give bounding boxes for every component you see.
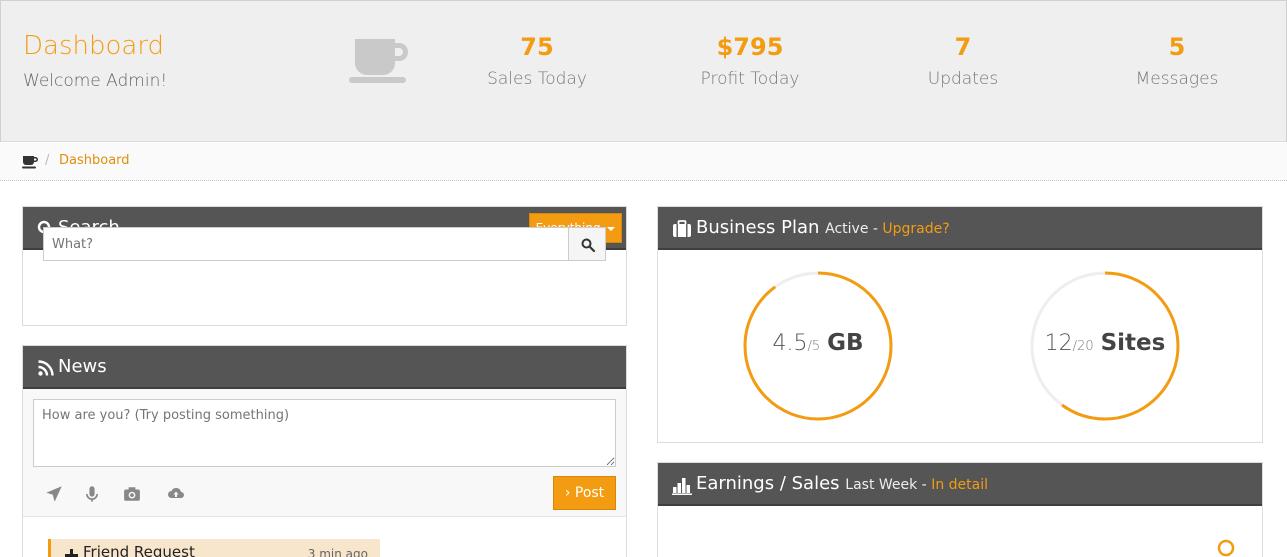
- plus-icon: [65, 549, 78, 557]
- feed-item-time: 3 min ago: [307, 547, 368, 557]
- storage-total: /5: [807, 339, 821, 354]
- news-panel-header: News: [23, 346, 626, 389]
- storage-used: 4.5: [772, 331, 808, 356]
- stat-sales-today: 75 Sales Today: [437, 31, 637, 89]
- search-panel: Search Everything: [22, 206, 627, 326]
- search-icon: [581, 238, 595, 252]
- camera-icon[interactable]: [123, 485, 141, 503]
- stat-value: 5: [1168, 33, 1186, 61]
- stat-value: 7: [954, 33, 972, 61]
- storage-value: 4.5/5 GB: [742, 330, 894, 356]
- business-plan-panel: Business Plan Active - Upgrade? 4.5/5 GB…: [657, 206, 1263, 443]
- stat-label: Sales Today: [487, 69, 587, 89]
- news-panel: News › Post: [22, 345, 627, 557]
- panel-title: Earnings / Sales: [696, 473, 840, 494]
- storage-unit: GB: [827, 330, 864, 356]
- coffee-cup-icon[interactable]: [22, 155, 38, 169]
- cloud-upload-icon[interactable]: [167, 484, 185, 502]
- stat-updates: 7 Updates: [863, 31, 1063, 89]
- page-header: Dashboard Welcome Admin! 75 Sales Today …: [0, 0, 1287, 142]
- sites-used: 12: [1044, 331, 1073, 356]
- bar-chart-icon: [672, 478, 692, 495]
- sites-total: /20: [1072, 339, 1094, 354]
- stat-label: Updates: [927, 69, 999, 89]
- business-plan-header: Business Plan Active - Upgrade?: [658, 207, 1262, 250]
- sites-unit: Sites: [1100, 330, 1166, 356]
- feed-item-title: Friend Request: [83, 543, 195, 557]
- panel-title-group: Earnings / Sales Last Week - In detail: [696, 473, 988, 494]
- feed-item[interactable]: Friend Request 3 min ago: [48, 539, 380, 557]
- panel-title: News: [58, 356, 107, 377]
- coffee-cup-icon: [349, 39, 408, 83]
- sites-value: 12/20 Sites: [1029, 330, 1181, 356]
- stat-label: Profit Today: [700, 69, 800, 89]
- caret-down-icon: [607, 226, 616, 231]
- upgrade-link[interactable]: Upgrade?: [882, 221, 949, 237]
- sites-gauge: 12/20 Sites: [1029, 270, 1181, 422]
- breadcrumb: / Dashboard: [0, 143, 1287, 181]
- composer-toolbar: › Post: [23, 469, 626, 517]
- panel-title-group: Business Plan Active - Upgrade?: [696, 217, 950, 238]
- panel-title: Business Plan: [696, 217, 820, 238]
- news-composer: › Post: [23, 389, 626, 517]
- title-separator: -: [868, 221, 883, 237]
- stat-messages: 5 Messages: [1077, 31, 1277, 89]
- search-input[interactable]: [43, 227, 569, 261]
- microphone-icon[interactable]: [83, 485, 101, 503]
- search-submit-button[interactable]: [568, 227, 606, 261]
- earnings-period: Last Week: [845, 477, 918, 493]
- welcome-text: Welcome Admin!: [23, 71, 168, 91]
- title-separator: -: [917, 477, 932, 493]
- plan-status: Active: [825, 221, 869, 237]
- storage-gauge: 4.5/5 GB: [742, 270, 894, 422]
- in-detail-link[interactable]: In detail: [931, 477, 988, 493]
- page-title: Dashboard: [23, 31, 165, 61]
- stat-value: 75: [520, 33, 554, 61]
- rss-icon: [38, 360, 54, 376]
- stat-value: $795: [716, 33, 784, 61]
- news-post-textarea[interactable]: [33, 399, 616, 467]
- stat-label: Messages: [1135, 69, 1219, 89]
- post-button[interactable]: › Post: [553, 476, 616, 510]
- chart-point-marker: [1217, 539, 1235, 557]
- briefcase-icon: [673, 220, 691, 237]
- earnings-panel: Earnings / Sales Last Week - In detail: [657, 462, 1263, 557]
- stat-profit-today: $795 Profit Today: [650, 31, 850, 89]
- location-arrow-icon[interactable]: [45, 485, 63, 503]
- breadcrumb-dashboard-link[interactable]: Dashboard: [59, 153, 130, 168]
- breadcrumb-separator: /: [45, 153, 50, 168]
- earnings-panel-header: Earnings / Sales Last Week - In detail: [658, 463, 1262, 506]
